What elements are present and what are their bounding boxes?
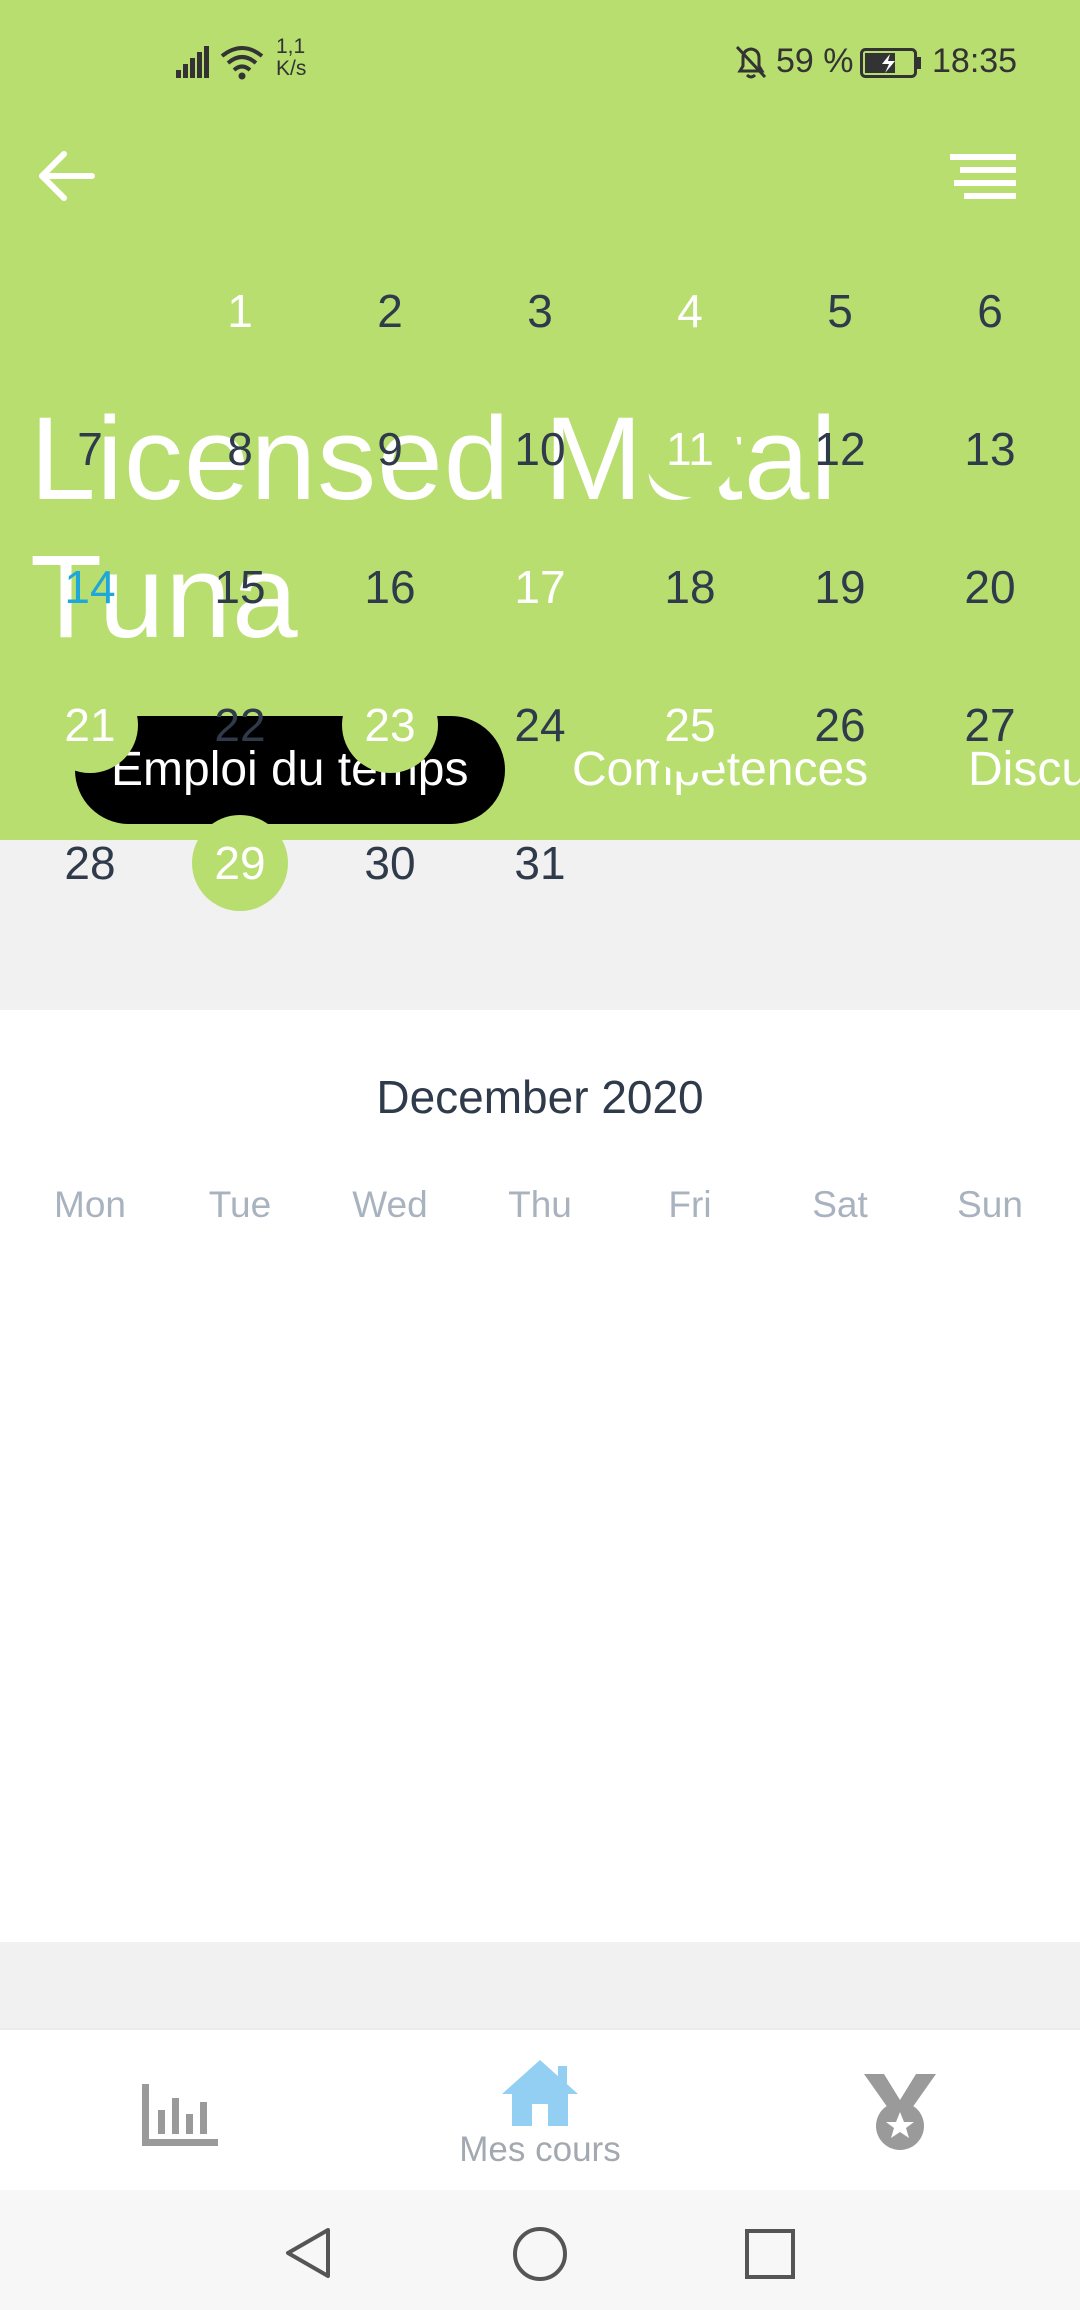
calendar-month-label: December 2020 (376, 1071, 704, 1123)
weekday-label: Wed (352, 1184, 428, 1225)
weekday-label: Tue (208, 1184, 272, 1225)
calendar-day[interactable]: 16 (342, 539, 438, 635)
calendar-day[interactable]: 24 (492, 677, 588, 773)
arrow-left-icon[interactable] (38, 150, 96, 202)
calendar-day[interactable]: 6 (942, 263, 1038, 359)
calendar-day[interactable]: 15 (192, 539, 288, 635)
calendar-day[interactable]: 13 (942, 401, 1038, 497)
tab-emploi-du-temps[interactable]: Emploi du temps (75, 716, 505, 824)
calendar-day[interactable]: 19 (792, 539, 888, 635)
nav-label-mes-cours[interactable]: Mes cours (420, 2130, 660, 2170)
calendar-day[interactable]: 29 (192, 815, 288, 911)
calendar-day[interactable]: 5 (792, 263, 888, 359)
weekday-label: Fri (668, 1184, 712, 1225)
calendar-day[interactable]: 9 (342, 401, 438, 497)
clock: 18:35 (932, 42, 1018, 80)
calendar-day[interactable]: 20 (942, 539, 1038, 635)
network-speed-value: 1,1 (276, 35, 306, 58)
network-speed-unit: K/s (276, 57, 307, 80)
weekday-label: Sat (812, 1184, 868, 1225)
bar-chart-icon[interactable] (142, 2084, 218, 2146)
calendar-day[interactable]: 3 (492, 263, 588, 359)
calendar-day[interactable]: 1 (192, 263, 288, 359)
calendar-day[interactable]: 12 (792, 401, 888, 497)
home-circle-icon[interactable] (512, 2226, 568, 2282)
calendar-day[interactable]: 4 (642, 263, 738, 359)
signal-icon (176, 46, 209, 78)
system-navigation-bar (0, 2190, 1080, 2310)
wifi-icon (220, 46, 264, 80)
calendar-day[interactable]: 7 (42, 401, 138, 497)
calendar-day[interactable]: 25 (642, 677, 738, 773)
calendar-day[interactable]: 17 (492, 539, 588, 635)
home-icon[interactable] (500, 2058, 580, 2126)
calendar-day[interactable]: 21 (42, 677, 138, 773)
calendar-day[interactable]: 31 (492, 815, 588, 911)
calendar-day[interactable]: 2 (342, 263, 438, 359)
battery-charging-icon (860, 48, 921, 78)
back-triangle-icon[interactable] (284, 2226, 332, 2280)
bottom-navigation: Mes cours (0, 2028, 1080, 2192)
calendar-day[interactable]: 18 (642, 539, 738, 635)
calendar-day[interactable]: 11 (642, 401, 738, 497)
calendar-day[interactable]: 10 (492, 401, 588, 497)
calendar-day[interactable]: 26 (792, 677, 888, 773)
battery-percentage: 59 % (776, 42, 854, 80)
weekday-label: Sun (957, 1184, 1023, 1225)
weekday-label: Mon (54, 1184, 126, 1225)
network-speed: 1,1 K/s (276, 36, 306, 80)
calendar-day[interactable]: 28 (42, 815, 138, 911)
calendar-day[interactable]: 30 (342, 815, 438, 911)
calendar: December 2020 Mon Tue Wed Thu Fri Sat Sun 1234… (0, 263, 1080, 1942)
bell-off-icon (735, 45, 767, 79)
calendar-day[interactable]: 22 (192, 677, 288, 773)
weekday-label: Thu (508, 1184, 572, 1225)
calendar-day[interactable]: 27 (942, 677, 1038, 773)
calendar-day[interactable]: 14 (42, 539, 138, 635)
recents-square-icon[interactable] (744, 2228, 796, 2280)
calendar-day[interactable]: 8 (192, 401, 288, 497)
status-bar: 1,1 K/s 59 % 18:35 (0, 0, 1080, 120)
calendar-day[interactable]: 23 (342, 677, 438, 773)
medal-icon[interactable] (862, 2074, 938, 2152)
menu-icon[interactable] (950, 154, 1016, 200)
